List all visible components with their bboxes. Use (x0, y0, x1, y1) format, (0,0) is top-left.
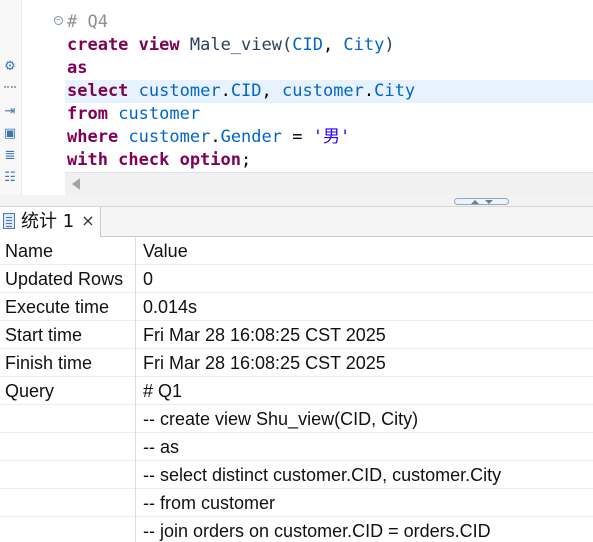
row-value-cell: -- from customer (143, 493, 276, 513)
code-token: City (374, 81, 416, 101)
code-token: customer (128, 127, 211, 147)
lock-file-icon[interactable]: ▣ (2, 126, 18, 142)
code-token: as (67, 58, 88, 78)
row-value-cell: 0.014s (143, 297, 198, 317)
statistics-icon (3, 213, 15, 229)
table-header-row: Name Value (0, 237, 593, 265)
code-token: where (67, 127, 119, 147)
code-token: = (282, 127, 313, 147)
code-token: ; (241, 150, 252, 170)
code-token: , (322, 35, 344, 55)
row-name-cell: Start time (0, 321, 136, 349)
editor-side-toolbar: ⚙ ⇥ ▣ ≣ ☷ (0, 0, 22, 195)
row-name-cell (0, 489, 136, 517)
line-gutter (22, 0, 65, 195)
code-line[interactable]: where customer.Gender = '男' (65, 126, 593, 149)
row-name-cell: Finish time (0, 349, 136, 377)
code-token: customer (138, 81, 221, 101)
code-token: customer (282, 81, 364, 101)
outline-icon[interactable]: ☷ (2, 170, 18, 186)
tab-statistics-1[interactable]: 统计 1 × (0, 207, 101, 237)
tab-label: 统计 1 (21, 211, 75, 232)
table-row[interactable]: Execute time 0.014s (0, 293, 593, 321)
code-token: . (363, 81, 375, 101)
code-line[interactable]: select customer.CID, customer.City (65, 80, 593, 103)
settings-icon[interactable]: ⚙ (2, 59, 18, 75)
code-token: Gender (220, 127, 282, 147)
row-value-cell: -- create view Shu_view(CID, City) (143, 409, 419, 429)
row-value-cell: -- select distinct customer.CID, custome… (143, 465, 502, 485)
row-value-cell: -- join orders on customer.CID = orders.… (143, 521, 491, 541)
scroll-left-icon[interactable] (72, 178, 80, 190)
export-icon[interactable]: ⇥ (2, 104, 18, 120)
code-token: select (67, 81, 129, 101)
row-value-cell: Fri Mar 28 16:08:25 CST 2025 (143, 353, 386, 373)
script-icon[interactable]: ≣ (2, 148, 18, 164)
code-line[interactable]: # Q4 (65, 11, 593, 34)
code-token: CID (292, 35, 323, 55)
table-row[interactable]: Updated Rows 0 (0, 265, 593, 293)
code-line[interactable]: as (65, 57, 593, 80)
table-row[interactable]: -- from customer (0, 489, 593, 517)
row-name-cell: Execute time (0, 293, 136, 321)
code-token: City (343, 35, 385, 55)
row-name-cell: Query (0, 377, 136, 405)
code-token: . (220, 81, 231, 101)
row-value-cell: -- as (143, 437, 179, 457)
row-name-cell (0, 461, 136, 489)
code-token: # Q4 (67, 12, 108, 32)
row-value-cell: Fri Mar 28 16:08:25 CST 2025 (143, 325, 386, 345)
sql-editor[interactable]: ⚙ ⇥ ▣ ≣ ☷ − # Q4 create view Male_view(CI… (0, 0, 593, 195)
row-name-cell (0, 405, 136, 433)
column-header-name[interactable]: Name (0, 237, 136, 265)
table-row[interactable]: -- join orders on customer.CID = orders.… (0, 517, 593, 542)
code-line[interactable]: with check option; (65, 149, 593, 172)
code-token: , (261, 81, 283, 101)
row-value-cell: # Q1 (143, 381, 183, 401)
code-token: view (138, 35, 180, 55)
column-header-value[interactable]: Value (136, 237, 593, 265)
code-area[interactable]: # Q4 create view Male_view(CID, City) as se… (65, 11, 593, 172)
horizontal-scrollbar[interactable] (65, 172, 593, 195)
code-line[interactable]: from customer (65, 103, 593, 126)
fold-collapse-icon[interactable]: − (54, 16, 63, 25)
statistics-table: Name Value Updated Rows 0 Execute time 0.01… (0, 237, 593, 542)
code-token: '男' (312, 127, 351, 147)
row-value-cell: 0 (143, 269, 154, 289)
code-token: Male_view( (179, 35, 293, 55)
code-token: CID (230, 81, 262, 101)
close-icon[interactable]: × (80, 211, 96, 231)
results-tabbar: 统计 1 × (0, 207, 593, 237)
row-name-cell: Updated Rows (0, 265, 136, 293)
row-name-cell (0, 433, 136, 461)
code-token: ) (384, 35, 395, 55)
table-row[interactable]: Query # Q1 (0, 377, 593, 405)
code-token: from (67, 104, 108, 124)
row-name-cell (0, 517, 136, 542)
table-row[interactable]: -- as (0, 433, 593, 461)
code-token: . (210, 127, 221, 147)
splitter-handle[interactable] (454, 198, 509, 205)
table-row[interactable]: Start time Fri Mar 28 16:08:25 CST 2025 (0, 321, 593, 349)
toolbar-separator (4, 86, 16, 88)
code-line[interactable]: create view Male_view(CID, City) (65, 34, 593, 57)
code-token: customer (118, 104, 201, 124)
code-token: create (67, 35, 129, 55)
table-row[interactable]: -- create view Shu_view(CID, City) (0, 405, 593, 433)
panel-splitter[interactable] (0, 195, 593, 207)
table-row[interactable]: -- select distinct customer.CID, custome… (0, 461, 593, 489)
table-row[interactable]: Finish time Fri Mar 28 16:08:25 CST 2025 (0, 349, 593, 377)
code-token: with check option (67, 150, 241, 170)
